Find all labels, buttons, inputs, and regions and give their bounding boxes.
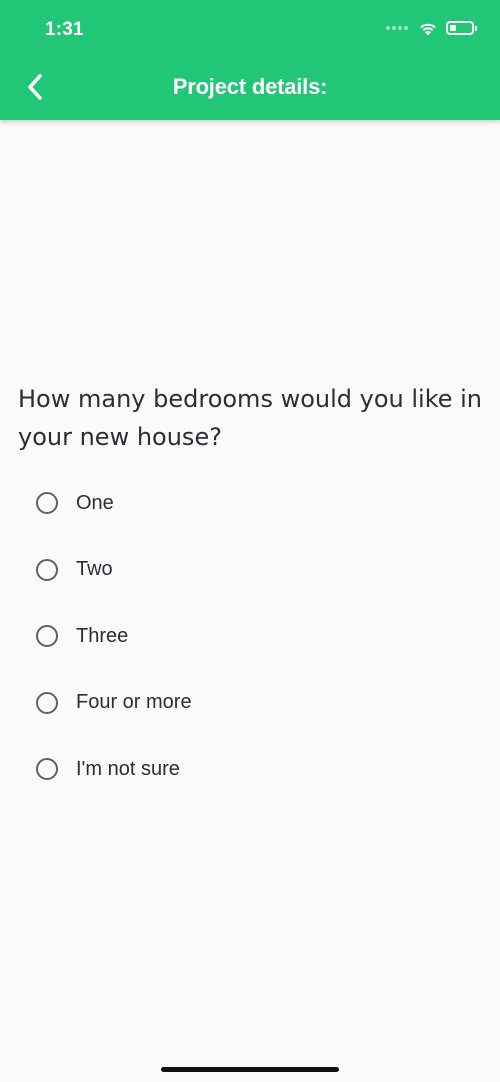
radio-icon[interactable]: [36, 758, 58, 781]
status-icons: [386, 20, 477, 36]
option-label: Three: [76, 624, 129, 647]
option-label: Two: [76, 558, 113, 581]
option-label: Four or more: [76, 691, 192, 714]
option-one[interactable]: One: [36, 470, 476, 537]
option-two[interactable]: Two: [36, 537, 476, 604]
radio-icon[interactable]: [36, 691, 58, 714]
screen: 1:31 Project details: How many bedrooms …: [0, 0, 500, 1082]
page-title: Project details:: [172, 74, 328, 99]
wifi-icon: [420, 23, 436, 36]
home-indicator[interactable]: [161, 1067, 339, 1072]
question-text: How many bedrooms would you like in your…: [18, 385, 483, 451]
radio-icon[interactable]: [36, 558, 58, 581]
option-label: I'm not sure: [76, 757, 180, 780]
status-time: 1:31: [45, 19, 84, 40]
radio-icon[interactable]: [36, 492, 58, 515]
option-three[interactable]: Three: [36, 603, 476, 670]
signal-icon: [386, 26, 408, 30]
option-four-or-more[interactable]: Four or more: [36, 670, 476, 737]
app-header: 1:31 Project details:: [0, 0, 500, 120]
radio-icon[interactable]: [36, 625, 58, 648]
option-not-sure[interactable]: I'm not sure: [36, 736, 476, 803]
battery-icon: [446, 21, 477, 35]
option-label: One: [76, 491, 114, 514]
